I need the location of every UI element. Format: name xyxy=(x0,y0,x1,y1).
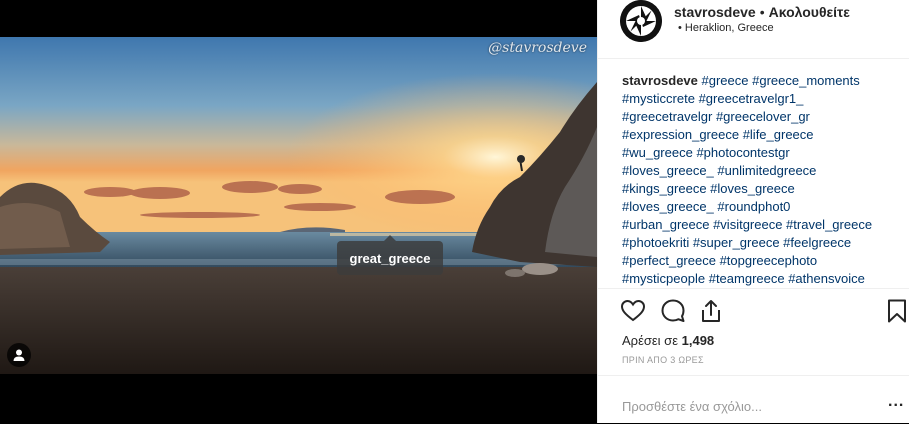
post-actions: Αρέσει σε 1,498 ΠΡΙΝ ΑΠΟ 3 ΩΡΕΣ xyxy=(598,288,909,373)
location-link[interactable]: • Heraklion, Greece xyxy=(678,22,774,34)
save-button[interactable] xyxy=(884,298,909,324)
comment-icon xyxy=(661,299,685,322)
bookmark-icon xyxy=(888,299,906,323)
hashtag-line[interactable]: #urban_greece #visitgreece #travel_greec… xyxy=(622,217,872,232)
hashtag-line[interactable]: #mysticpeople #teamgreece #athensvoice xyxy=(622,271,865,286)
comment-bar: ... xyxy=(598,375,909,424)
post-timestamp[interactable]: ΠΡΙΝ ΑΠΟ 3 ΩΡΕΣ xyxy=(622,355,704,365)
camera-aperture-icon xyxy=(620,0,662,42)
hashtag-line[interactable]: #mysticcrete #greecetravelgr1_ xyxy=(622,91,803,106)
header-username[interactable]: stavrosdeve xyxy=(674,4,756,20)
following-button[interactable]: Ακολουθείτε xyxy=(769,4,850,20)
more-options-button[interactable]: ... xyxy=(888,394,904,410)
likes-number: 1,498 xyxy=(681,333,715,348)
comment-button[interactable] xyxy=(660,298,686,324)
person-icon xyxy=(13,349,25,361)
avatar[interactable] xyxy=(620,0,662,42)
photo-watermark: @stavrosdeve xyxy=(488,40,587,56)
hashtag-line[interactable]: #expression_greece #life_greece xyxy=(622,127,814,142)
photo-tag-bubble[interactable]: great_greece xyxy=(337,235,443,275)
caption-username[interactable]: stavrosdeve xyxy=(622,73,698,88)
photo-tag-label: great_greece xyxy=(349,250,431,266)
likes-prefix: Αρέσει σε xyxy=(622,333,678,348)
header-separator: • xyxy=(759,4,765,20)
like-button[interactable] xyxy=(620,298,646,324)
hashtag-line[interactable]: #wu_greece #photocontestgr xyxy=(622,145,790,160)
hashtag-line[interactable]: #loves_greece_ #unlimitedgreece xyxy=(622,163,816,178)
hashtag-line[interactable]: #loves_greece_ #roundphot0 xyxy=(622,199,790,214)
hashtag-line[interactable]: #photoekriti #super_greece #feelgreece xyxy=(622,235,851,250)
hashtag-line[interactable]: #kings_greece #loves_greece xyxy=(622,181,795,196)
post-media: @stavrosdeve great_greece xyxy=(0,0,597,423)
share-button[interactable] xyxy=(698,298,724,324)
post-side-panel: stavrosdeve • Ακολουθείτε • Heraklion, Gre… xyxy=(597,0,909,423)
share-icon xyxy=(702,300,720,322)
hashtag-line[interactable]: #greece #greece_moments xyxy=(702,73,860,88)
post-caption: stavrosdeve #greece #greece_moments #mys… xyxy=(622,72,904,288)
post-photo[interactable]: @stavrosdeve great_greece xyxy=(0,37,597,374)
heart-icon xyxy=(620,299,646,322)
hashtag-line[interactable]: #perfect_greece #topgreecephoto xyxy=(622,253,817,268)
comment-input[interactable] xyxy=(622,396,862,416)
username-row: stavrosdeve • Ακολουθείτε xyxy=(674,4,850,20)
likes-count[interactable]: Αρέσει σε 1,498 xyxy=(622,333,714,348)
post-header: stavrosdeve • Ακολουθείτε • Heraklion, Gre… xyxy=(598,0,909,59)
hashtag-line[interactable]: #greecetravelgr #greecelover_gr xyxy=(622,109,810,124)
user-tags-button[interactable] xyxy=(7,343,31,367)
sunset-beach-photo xyxy=(0,37,597,374)
